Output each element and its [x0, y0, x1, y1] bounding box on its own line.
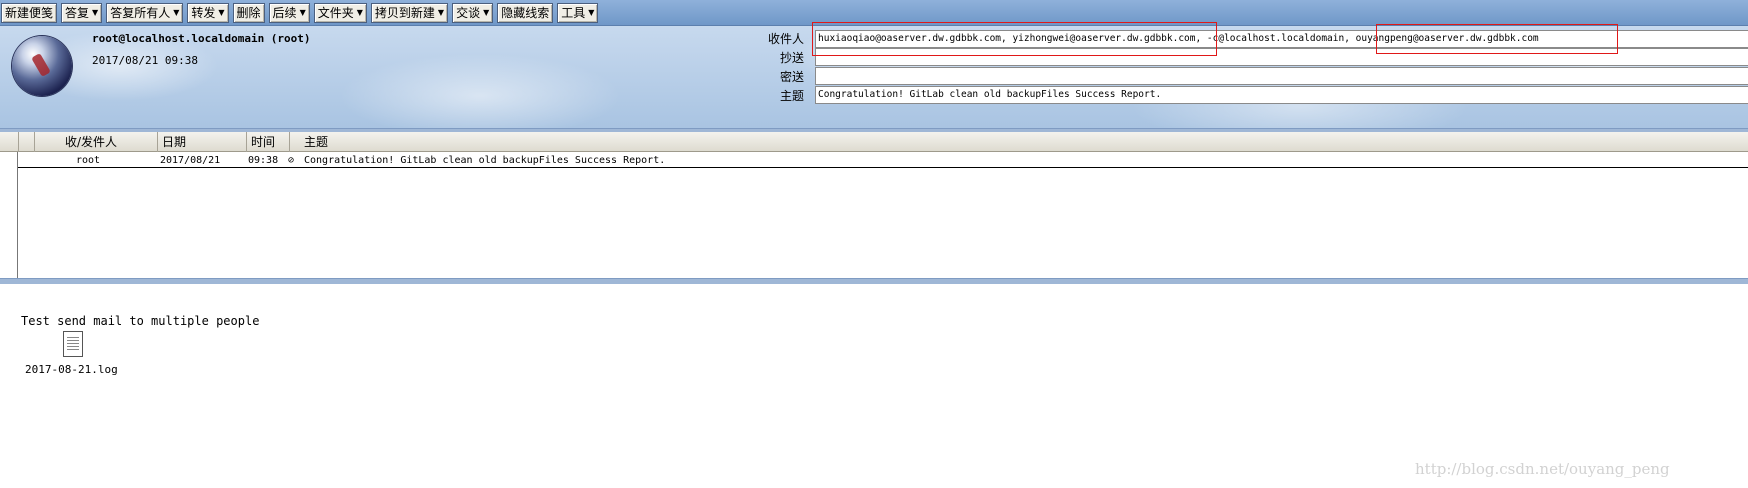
sent-date: 2017/08/21 09:38	[92, 54, 198, 67]
dropdown-arrow-icon: ▼	[483, 7, 490, 17]
dropdown-arrow-icon: ▼	[299, 7, 306, 17]
chat-button[interactable]: 交谈 ▼	[452, 2, 494, 23]
row-sender: root	[76, 155, 101, 166]
column-time[interactable]: 时间	[246, 132, 289, 152]
folder-label: 文件夹	[317, 5, 354, 20]
highlight-box-recipients-2	[1376, 24, 1618, 54]
reply-all-button[interactable]: 答复所有人 ▼	[106, 2, 184, 23]
list-gutter	[0, 152, 18, 278]
sender-name: root@localhost.localdomain (root)	[92, 32, 311, 45]
column-flag[interactable]	[18, 132, 34, 152]
row-date: 2017/08/21	[160, 155, 221, 166]
file-attachment-icon[interactable]	[63, 331, 83, 357]
follow-up-button[interactable]: 后续 ▼	[268, 2, 310, 23]
message-list: 收/发件人 日期 时间 主题 root 2017/08/21 09:38 ⊘ C…	[0, 132, 1748, 278]
message-header: root@localhost.localdomain (root) 2017/0…	[0, 22, 1748, 128]
globe-avatar-icon	[12, 36, 72, 96]
follow-up-label: 后续	[272, 5, 297, 20]
dropdown-arrow-icon: ▼	[173, 7, 180, 17]
delete-button[interactable]: 删除	[232, 2, 265, 23]
new-memo-label: 新建便笺	[5, 5, 54, 20]
bcc-field[interactable]	[815, 67, 1748, 85]
attachment-clip-icon: ⊘	[288, 155, 295, 166]
list-header: 收/发件人 日期 时间 主题	[0, 132, 1748, 152]
forward-label: 转发	[191, 5, 216, 20]
folder-button[interactable]: 文件夹 ▼	[313, 2, 367, 23]
dropdown-arrow-icon: ▼	[588, 7, 595, 17]
cc-label: 抄送	[779, 51, 804, 65]
dropdown-arrow-icon: ▼	[218, 7, 225, 17]
copy-to-new-button[interactable]: 拷贝到新建 ▼	[370, 2, 449, 23]
subject-field[interactable]: Congratulation! GitLab clean old backupF…	[815, 86, 1748, 104]
tools-button[interactable]: 工具 ▼	[557, 2, 599, 23]
new-memo-button[interactable]: 新建便笺	[1, 2, 58, 23]
column-sender[interactable]: 收/发件人	[34, 132, 147, 152]
dropdown-arrow-icon: ▼	[437, 7, 445, 17]
bcc-label: 密送	[779, 70, 804, 84]
subject-label: 主题	[779, 89, 804, 103]
table-row[interactable]: root 2017/08/21 09:38 ⊘ Congratulation! …	[18, 154, 1748, 168]
dropdown-arrow-icon: ▼	[92, 7, 99, 17]
highlight-box-recipients-1	[812, 22, 1217, 56]
forward-button[interactable]: 转发 ▼	[187, 2, 229, 23]
copy-to-new-label: 拷贝到新建	[374, 5, 435, 20]
row-subject: Congratulation! GitLab clean old backupF…	[304, 155, 666, 166]
hide-thread-label: 隐藏线索	[501, 5, 550, 20]
delete-label: 删除	[236, 5, 261, 20]
hide-thread-button[interactable]: 隐藏线索	[497, 2, 554, 23]
message-body-text: Test send mail to multiple people	[21, 314, 260, 328]
list-divider	[0, 278, 1748, 284]
reply-all-label: 答复所有人	[110, 5, 171, 20]
reply-label: 答复	[65, 5, 90, 20]
chat-label: 交谈	[456, 5, 481, 20]
column-date[interactable]: 日期	[157, 132, 246, 152]
dropdown-arrow-icon: ▼	[356, 7, 363, 17]
attachment-name[interactable]: 2017-08-21.log	[25, 363, 118, 376]
to-label: 收件人	[767, 32, 804, 46]
row-time: 09:38	[248, 155, 279, 166]
tools-label: 工具	[561, 5, 586, 20]
watermark: http://blog.csdn.net/ouyang_peng	[1415, 460, 1670, 478]
reply-button[interactable]: 答复 ▼	[61, 2, 103, 23]
column-subject[interactable]: 主题	[289, 132, 1748, 152]
